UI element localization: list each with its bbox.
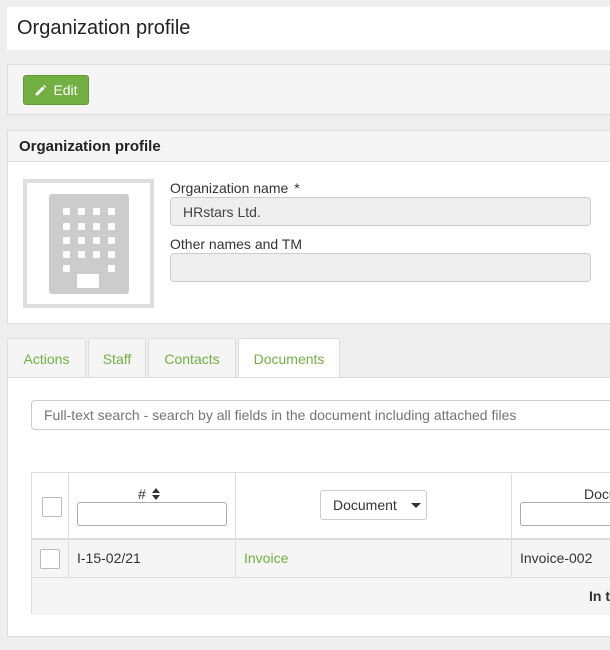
tab-bar: Actions Staff Contacts Documents bbox=[7, 338, 342, 379]
org-name-label: Organization name * bbox=[170, 180, 300, 196]
number-filter-input[interactable] bbox=[77, 502, 227, 526]
edit-button[interactable]: Edit bbox=[23, 75, 89, 105]
panel-header: Organization profile bbox=[8, 131, 610, 162]
org-name-field[interactable]: HRstars Ltd. bbox=[170, 197, 591, 226]
column-divider bbox=[235, 473, 236, 578]
page-header: Organization profile bbox=[7, 7, 610, 50]
organization-profile-panel: Organization profile Organization name * … bbox=[7, 130, 610, 324]
other-names-field[interactable] bbox=[170, 253, 591, 282]
table-header-row: # Document Docu bbox=[32, 473, 610, 540]
tab-actions[interactable]: Actions bbox=[7, 338, 86, 378]
sort-icon[interactable] bbox=[151, 488, 160, 500]
column-divider bbox=[68, 473, 69, 578]
tab-contacts[interactable]: Contacts bbox=[148, 338, 236, 378]
edit-button-label: Edit bbox=[53, 82, 78, 98]
toolbar: Edit bbox=[7, 64, 610, 115]
document-column-header[interactable]: Docu bbox=[584, 486, 610, 502]
row-checkbox[interactable] bbox=[40, 549, 60, 569]
building-icon bbox=[49, 194, 129, 294]
table-row[interactable]: I-15-02/21 Invoice Invoice-002 bbox=[32, 540, 610, 578]
total-label: In t bbox=[589, 588, 610, 604]
row-document-type-link[interactable]: Invoice bbox=[244, 550, 288, 566]
row-number: I-15-02/21 bbox=[77, 550, 141, 566]
required-mark: * bbox=[294, 180, 300, 196]
panel-title: Organization profile bbox=[19, 137, 161, 155]
tab-staff[interactable]: Staff bbox=[88, 338, 146, 378]
chevron-down-icon bbox=[410, 502, 421, 508]
select-all-checkbox[interactable] bbox=[42, 497, 62, 517]
org-name-value: HRstars Ltd. bbox=[183, 203, 261, 220]
other-names-label: Other names and TM bbox=[170, 236, 303, 252]
documents-table: # Document Docu I-15-02/21 Invoice Invoi… bbox=[31, 472, 610, 615]
column-divider bbox=[511, 473, 512, 578]
organization-logo[interactable] bbox=[23, 179, 154, 308]
pencil-icon bbox=[36, 84, 47, 95]
document-type-dropdown[interactable]: Document bbox=[320, 490, 427, 520]
tab-documents[interactable]: Documents bbox=[238, 338, 340, 379]
number-column-header[interactable]: # bbox=[138, 486, 160, 502]
row-document: Invoice-002 bbox=[520, 550, 593, 566]
document-filter-input[interactable] bbox=[520, 502, 610, 526]
table-total-row: In t bbox=[32, 578, 610, 615]
fulltext-search-input[interactable] bbox=[31, 400, 610, 430]
documents-panel: # Document Docu I-15-02/21 Invoice Invoi… bbox=[7, 377, 610, 637]
page-title: Organization profile bbox=[17, 17, 191, 39]
